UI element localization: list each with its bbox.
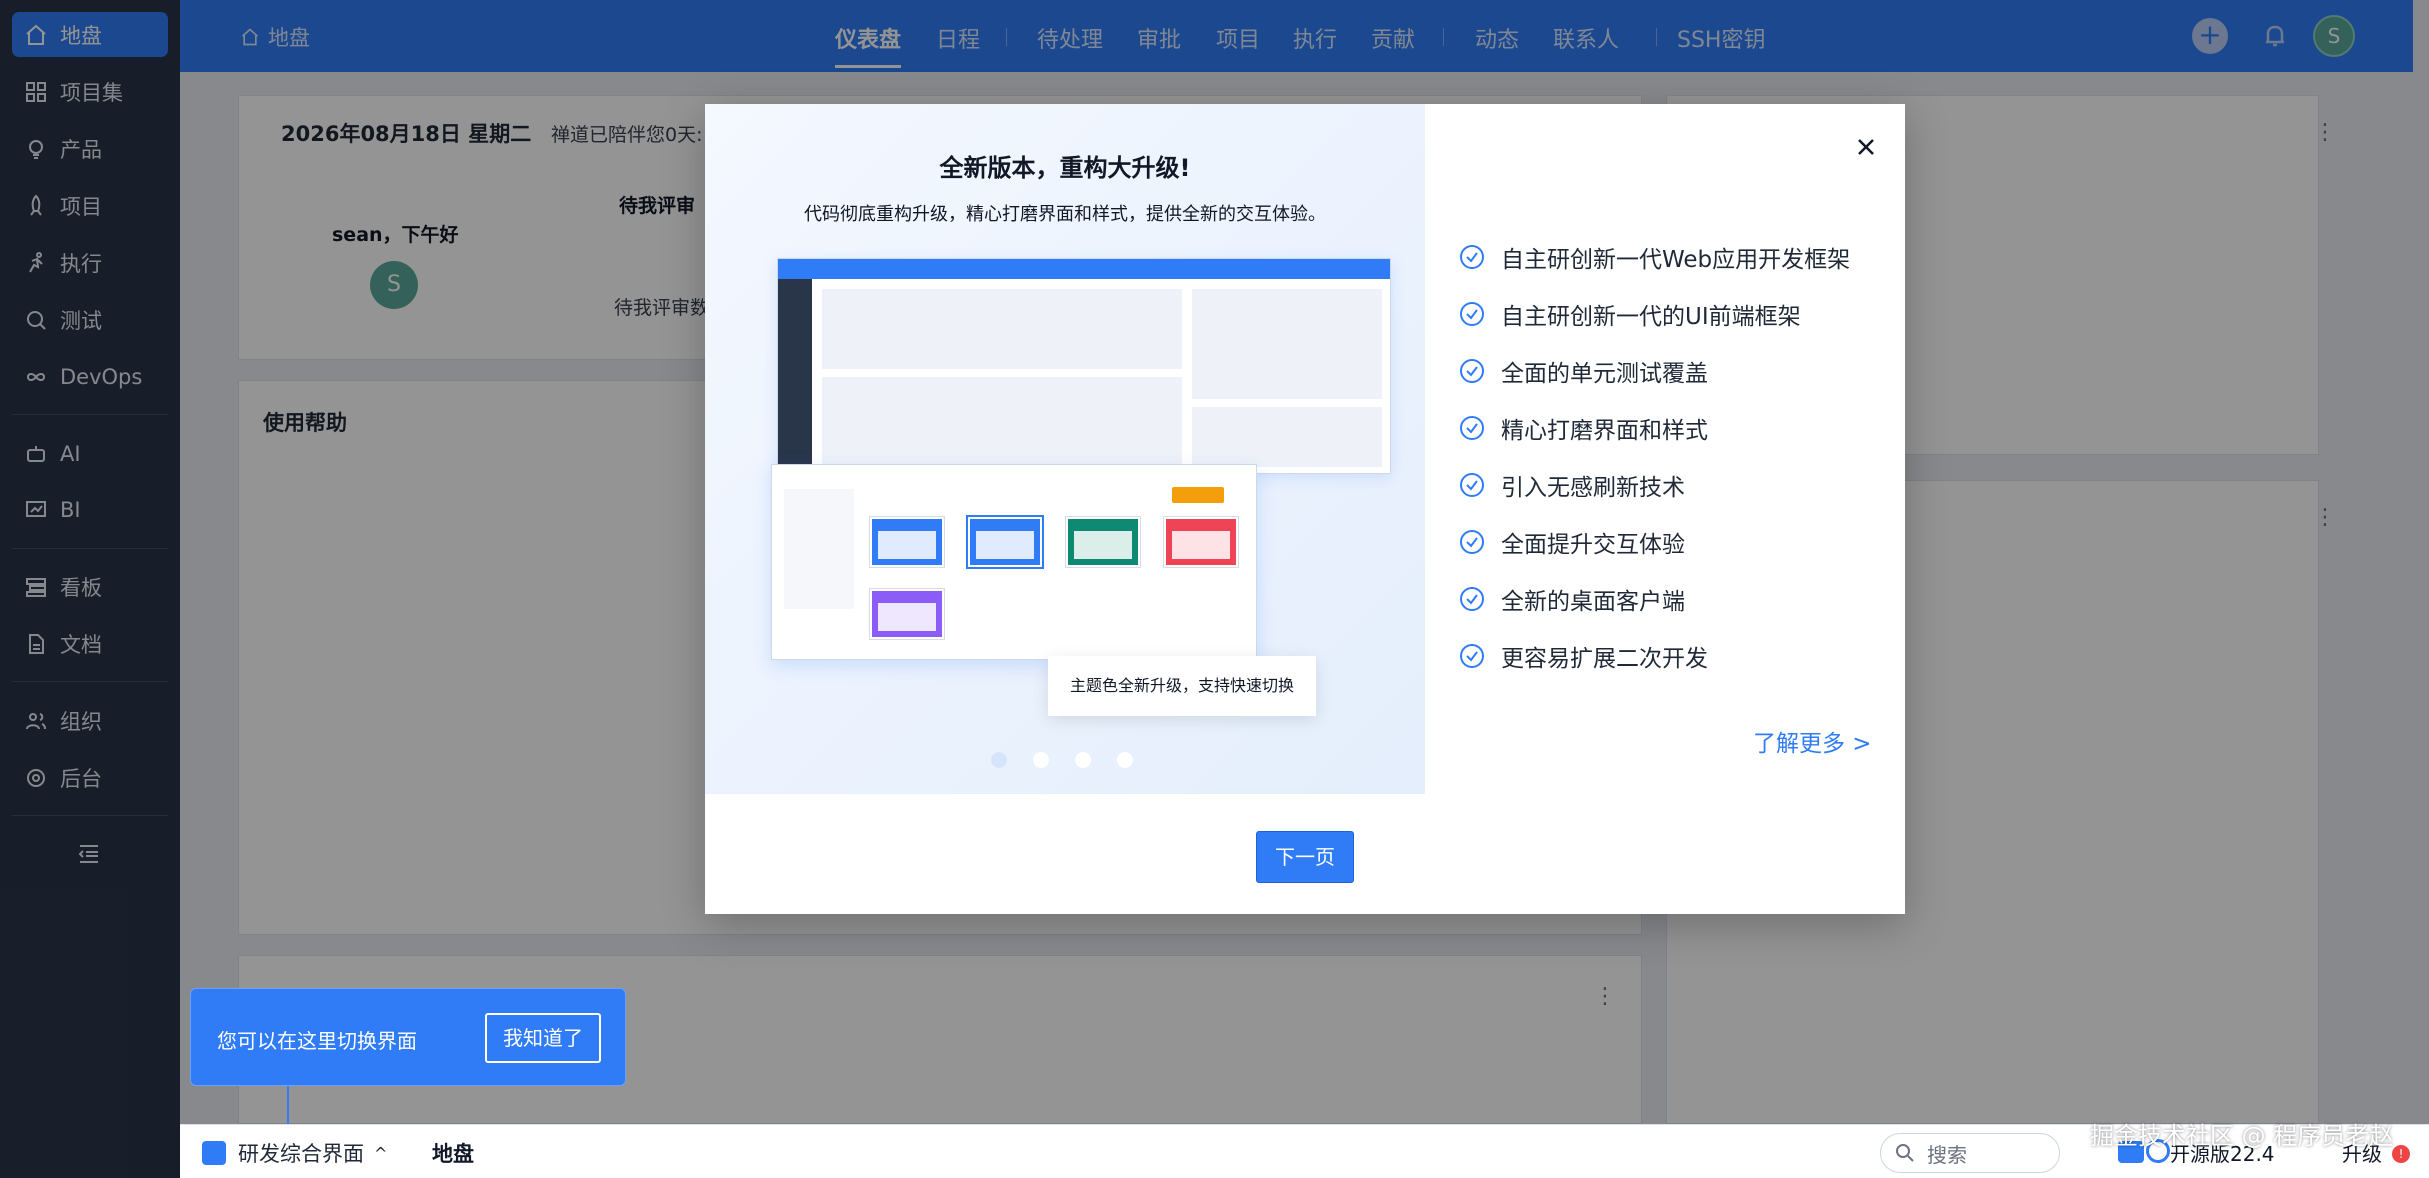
carousel-dot[interactable]	[1075, 752, 1091, 768]
chevron-up-icon: ^	[374, 1143, 388, 1163]
feature-item: 全面的单元测试覆盖	[1459, 354, 1708, 388]
screenshot-illustration	[777, 258, 1391, 475]
theme-tooltip: 主题色全新升级，支持快速切换	[1048, 656, 1316, 716]
check-circle-icon	[1460, 587, 1484, 611]
watermark: 掘金技术社区 @ 程序员老赵	[2090, 1122, 2394, 1150]
carousel-dot[interactable]	[991, 752, 1007, 768]
switch-ui-tip: 您可以在这里切换界面 我知道了	[190, 988, 626, 1086]
monitor-icon	[202, 1141, 226, 1165]
feature-item: 精心打磨界面和样式	[1459, 411, 1708, 445]
feature-label: 自主研创新一代的UI前端框架	[1501, 304, 1801, 330]
feature-label: 精心打磨界面和样式	[1501, 418, 1708, 444]
check-circle-icon	[1460, 302, 1484, 326]
upgrade-dialog: 全新版本，重构大升级! 代码彻底重构升级，精心打磨界面和样式，提供全新的交互体验…	[705, 104, 1905, 914]
check-circle-icon	[1460, 416, 1484, 440]
feature-item: 全新的桌面客户端	[1459, 582, 1685, 616]
dialog-subtitle: 代码彻底重构升级，精心打磨界面和样式，提供全新的交互体验。	[804, 204, 1326, 225]
check-circle-icon	[1460, 530, 1484, 554]
feature-item: 引入无感刷新技术	[1459, 468, 1685, 502]
tip-text: 您可以在这里切换界面	[217, 1029, 417, 1053]
search-placeholder: 搜索	[1927, 1142, 1967, 1167]
feature-label: 自主研创新一代Web应用开发框架	[1501, 247, 1851, 273]
check-circle-icon	[1460, 245, 1484, 269]
search-input[interactable]: 搜索	[1880, 1133, 2060, 1173]
ui-switcher[interactable]: 研发综合界面 ^	[202, 1138, 387, 1168]
feature-label: 全新的桌面客户端	[1501, 589, 1685, 615]
feature-item: 自主研创新一代的UI前端框架	[1459, 297, 1801, 331]
check-circle-icon	[1460, 644, 1484, 668]
feature-label: 引入无感刷新技术	[1501, 475, 1685, 501]
dialog-illustration-panel: 全新版本，重构大升级! 代码彻底重构升级，精心打磨界面和样式，提供全新的交互体验…	[705, 104, 1425, 794]
dialog-title: 全新版本，重构大升级!	[939, 154, 1191, 182]
learn-more-link[interactable]: 了解更多 >	[1753, 724, 1872, 758]
feature-item: 自主研创新一代Web应用开发框架	[1459, 240, 1850, 274]
carousel-dot[interactable]	[1117, 752, 1133, 768]
feature-label: 全面提升交互体验	[1501, 532, 1685, 558]
got-it-button[interactable]: 我知道了	[485, 1013, 601, 1063]
carousel-dot[interactable]	[1033, 752, 1049, 768]
feature-item: 全面提升交互体验	[1459, 525, 1685, 559]
feature-label: 更容易扩展二次开发	[1501, 646, 1708, 672]
next-page-button[interactable]: 下一页	[1256, 831, 1354, 883]
check-circle-icon	[1460, 359, 1484, 383]
upgrade-badge: !	[2392, 1145, 2410, 1163]
theme-popup-illustration	[771, 464, 1257, 660]
feature-item: 更容易扩展二次开发	[1459, 639, 1708, 673]
feature-label: 全面的单元测试覆盖	[1501, 361, 1708, 387]
close-icon[interactable]	[1851, 132, 1881, 162]
search-icon	[1896, 1144, 1914, 1162]
check-circle-icon	[1460, 473, 1484, 497]
ui-switcher-label: 研发综合界面	[238, 1142, 364, 1166]
current-page-label: 地盘	[432, 1142, 474, 1166]
